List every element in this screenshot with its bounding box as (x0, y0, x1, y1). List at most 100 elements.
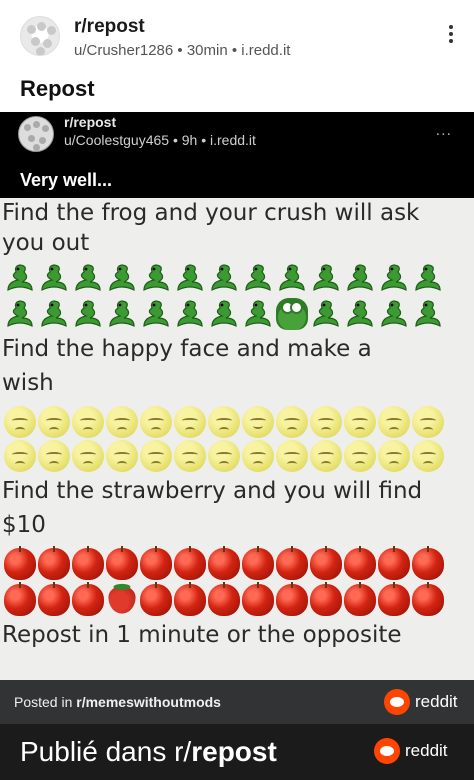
pensive-face-icon (208, 406, 240, 438)
pensive-face-icon (242, 440, 274, 472)
snake-icon (72, 262, 104, 294)
posted-in-subreddit[interactable]: r/memeswithoutmods (76, 694, 221, 710)
apple-icon (4, 546, 36, 580)
apple-icon (38, 546, 70, 580)
reddit-snoo-icon-bottom (374, 738, 400, 764)
reddit-snoo-icon (384, 689, 410, 715)
reddit-wordmark-bottom: reddit (405, 741, 448, 760)
snake-icon (412, 298, 444, 330)
pensive-face-icon (140, 440, 172, 472)
pensive-face-icon (378, 406, 410, 438)
pensive-face-icon (412, 440, 444, 472)
meme-line-2: you out (2, 230, 90, 256)
meme-line-1: Find the frog and your crush will ask (2, 200, 420, 226)
apple-icon (174, 546, 206, 580)
meme-line-3: Find the happy face and make a (2, 336, 372, 362)
posted-in-text: Posted in r/memeswithoutmods (14, 694, 221, 710)
snake-icon (174, 298, 206, 330)
apple-icon (412, 546, 444, 580)
embedded-header: r/repost u/Coolestguy465 • 9h • i.redd.i… (0, 112, 474, 198)
apple-icon (276, 582, 308, 616)
pensive-face-icon (208, 440, 240, 472)
snake-icon (242, 262, 274, 294)
snake-icon (378, 298, 410, 330)
pensive-face-icon (72, 406, 104, 438)
meme-line-7: Repost in 1 minute or the opposite (2, 622, 402, 648)
embedded-avatar (18, 116, 54, 152)
pensive-face-icon (344, 440, 376, 472)
pensive-face-icon (106, 406, 138, 438)
apple-icon (412, 582, 444, 616)
face-row-2 (4, 440, 470, 472)
post-meta: u/Crusher1286 • 30min • i.redd.it (74, 42, 291, 59)
pensive-face-icon (310, 440, 342, 472)
reddit-logo-bottom: reddit (374, 738, 448, 764)
snake-icon (344, 262, 376, 294)
apple-icon (208, 582, 240, 616)
apple-icon (38, 582, 70, 616)
apple-icon (242, 582, 274, 616)
snake-icon (378, 262, 410, 294)
embedded-title: Very well... (20, 170, 113, 190)
apple-icon (4, 582, 36, 616)
snake-icon (344, 298, 376, 330)
apple-icon (208, 546, 240, 580)
crosspost-footer: Posted in r/memeswithoutmods reddit (0, 680, 474, 724)
snake-row-2 (4, 298, 470, 330)
snake-icon (38, 298, 70, 330)
reddit-logo: reddit (384, 689, 458, 715)
face-row-1 (4, 406, 470, 438)
snake-icon (208, 262, 240, 294)
relieved-face-icon (242, 406, 274, 438)
pensive-face-icon (378, 440, 410, 472)
pensive-face-icon (38, 406, 70, 438)
snake-icon (72, 298, 104, 330)
snake-icon (4, 298, 36, 330)
snake-icon (310, 262, 342, 294)
snake-icon (412, 262, 444, 294)
apple-icon (140, 546, 172, 580)
snake-icon (38, 262, 70, 294)
apple-icon (140, 582, 172, 616)
pensive-face-icon (4, 440, 36, 472)
apple-icon (72, 582, 104, 616)
pensive-face-icon (276, 406, 308, 438)
apple-icon (276, 546, 308, 580)
subreddit-avatar[interactable] (20, 16, 60, 56)
pensive-face-icon (344, 406, 376, 438)
snake-row-1 (4, 262, 470, 294)
meme-image: Find the frog and your crush will ask yo… (0, 198, 474, 680)
pensive-face-icon (140, 406, 172, 438)
post-header: r/repost u/Crusher1286 • 30min • i.redd.… (0, 0, 474, 70)
pensive-face-icon (174, 440, 206, 472)
snake-icon (276, 262, 308, 294)
pensive-face-icon (72, 440, 104, 472)
apple-icon (344, 546, 376, 580)
apple-icon (242, 546, 274, 580)
embedded-meta: u/Coolestguy465 • 9h • i.redd.it (64, 132, 256, 148)
apple-icon (344, 582, 376, 616)
subreddit-name[interactable]: r/repost (74, 16, 145, 38)
snake-icon (174, 262, 206, 294)
published-prefix: Publié dans r/ (20, 736, 192, 767)
snake-icon (208, 298, 240, 330)
snake-icon (310, 298, 342, 330)
embedded-subreddit: r/repost (64, 114, 117, 130)
published-bar: Publié dans r/repost reddit (0, 724, 474, 780)
posted-in-prefix: Posted in (14, 694, 77, 710)
apple-icon (106, 546, 138, 580)
published-text: Publié dans r/repost (20, 736, 277, 768)
meme-line-5: Find the strawberry and you will find (2, 478, 423, 504)
post-image[interactable]: r/repost u/Coolestguy465 • 9h • i.redd.i… (0, 112, 474, 680)
snake-icon (242, 298, 274, 330)
published-subreddit[interactable]: repost (191, 736, 277, 767)
pensive-face-icon (38, 440, 70, 472)
pensive-face-icon (174, 406, 206, 438)
meme-line-4: wish (2, 370, 54, 396)
pensive-face-icon (276, 440, 308, 472)
more-options-icon[interactable] (442, 22, 460, 50)
meme-line-6: $10 (2, 512, 46, 538)
apple-icon (310, 546, 342, 580)
apple-row-1 (4, 546, 470, 580)
pensive-face-icon (106, 440, 138, 472)
